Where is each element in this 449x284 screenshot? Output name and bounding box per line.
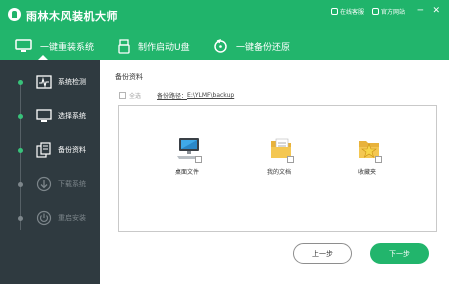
step-label: 系统检测 [58, 78, 86, 86]
monitor-icon [15, 39, 32, 52]
step-label: 下载系统 [58, 180, 86, 188]
nav-item-reinstall[interactable]: 一键重装系统 [15, 38, 94, 54]
backup-path-label: 备份路径： [157, 93, 188, 100]
title-bar: 雨林木风装机大师 在线客服 官方网站 ─ ✕ [0, 0, 449, 30]
backup-options-row: 全选 备份路径： E:\YLMF\backup [119, 91, 234, 100]
step-label: 选择系统 [58, 112, 86, 120]
file-item-checkbox[interactable] [287, 156, 294, 163]
next-step-button[interactable]: 下一步 [370, 243, 429, 264]
copy-files-icon [36, 142, 51, 158]
minimize-button[interactable]: ─ [418, 7, 423, 16]
app-logo-icon [8, 8, 21, 21]
online-service-label: 在线客服 [339, 9, 364, 16]
step-dot [18, 216, 23, 221]
official-site-label: 官方网站 [380, 9, 405, 16]
step-dot [18, 148, 23, 153]
main-nav: 一键重装系统 制作启动U盘 一键备份还原 [0, 30, 449, 60]
file-item-label: 我的文档 [266, 169, 291, 176]
backup-restore-icon [214, 38, 227, 53]
step-backup-data: 备份资料 [0, 138, 100, 162]
file-item-documents[interactable]: 我的文档 [249, 136, 309, 206]
steps-sidebar: 系统检测 选择系统 备份资料 下载系统 重启安装 [0, 60, 100, 284]
nav-item-backup[interactable]: 一键备份还原 [213, 38, 290, 54]
step-restart-install: 重启安装 [0, 206, 100, 230]
previous-step-button[interactable]: 上一步 [293, 243, 352, 264]
nav-item-label: 一键重装系统 [40, 42, 95, 53]
file-item-desktop[interactable]: 桌面文件 [157, 136, 217, 206]
step-dot [18, 182, 23, 187]
step-download-system: 下载系统 [0, 172, 100, 196]
restart-icon [36, 210, 52, 226]
file-item-label: 桌面文件 [174, 169, 199, 176]
top-links: 在线客服 官方网站 [330, 7, 405, 16]
file-item-checkbox[interactable] [375, 156, 382, 163]
step-dot [18, 80, 23, 85]
download-icon [36, 176, 52, 192]
official-site-link[interactable]: 官方网站 [371, 7, 405, 16]
nav-item-usb[interactable]: 制作启动U盘 [118, 38, 190, 54]
file-item-checkbox[interactable] [195, 156, 202, 163]
nav-item-label: 制作启动U盘 [138, 42, 190, 53]
step-system-check: 系统检测 [0, 70, 100, 94]
step-label: 备份资料 [58, 146, 86, 154]
app-title: 雨林木风装机大师 [26, 10, 118, 23]
pulse-monitor-icon [36, 75, 52, 89]
desktop-icon [36, 109, 52, 122]
step-label: 重启安装 [58, 214, 86, 222]
file-item-favorites[interactable]: 收藏夹 [337, 136, 397, 206]
select-all-checkbox[interactable] [119, 92, 126, 99]
home-icon [371, 8, 379, 15]
select-all-label: 全选 [129, 93, 142, 100]
backup-path-link[interactable]: E:\YLMF\backup [187, 92, 234, 99]
headset-icon [330, 8, 338, 15]
backup-items-panel: 桌面文件 我的文档 收藏夹 [118, 105, 437, 232]
close-button[interactable]: ✕ [432, 7, 440, 16]
usb-drive-icon [118, 38, 130, 54]
step-choose-system: 选择系统 [0, 104, 100, 128]
step-dot [18, 114, 23, 119]
main-content: 备份资料 全选 备份路径： E:\YLMF\backup 桌面文件 我的文档 收… [100, 60, 449, 284]
section-title: 备份资料 [115, 73, 143, 81]
file-item-label: 收藏夹 [357, 169, 376, 176]
nav-item-label: 一键备份还原 [236, 42, 291, 53]
online-service-link[interactable]: 在线客服 [330, 7, 364, 16]
